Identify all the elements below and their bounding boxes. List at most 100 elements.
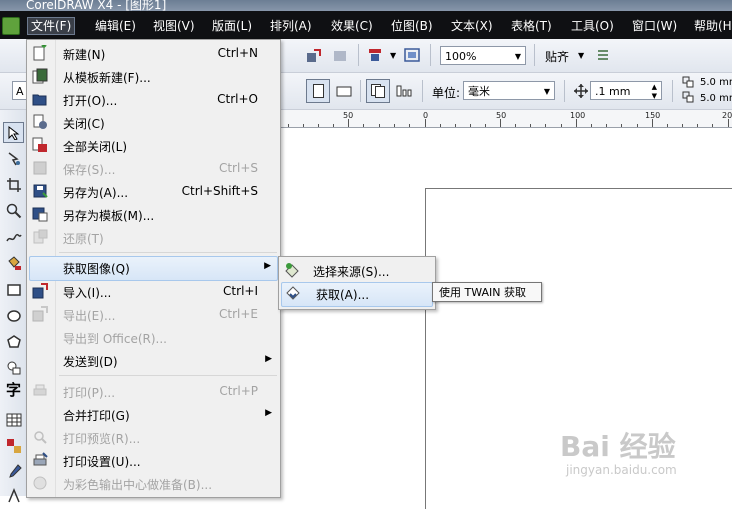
text-tool-icon[interactable]: 字 [6, 382, 22, 398]
crop-tool-icon[interactable] [6, 177, 22, 193]
all-pages-button[interactable] [366, 79, 390, 103]
menu-item-revert[interactable]: 还原(T) [27, 226, 280, 249]
shape-tool-icon[interactable] [6, 151, 22, 167]
menu-table[interactable]: 表格(T) [511, 18, 552, 34]
menu-item-print[interactable]: 打印(P)... Ctrl+P [27, 380, 280, 403]
duplicate-x-value[interactable]: 5.0 mm [700, 77, 732, 88]
portrait-button[interactable] [306, 79, 330, 103]
menu-item-send-to[interactable]: 发送到(D) ▶ [27, 349, 280, 372]
menu-item-shortcut: Ctrl+N [217, 46, 258, 60]
menu-item-label: 全部关闭(L) [63, 140, 128, 154]
eyedropper-icon[interactable] [6, 464, 22, 480]
tooltip: 使用 TWAIN 获取 [432, 282, 542, 302]
zoom-tool-icon[interactable] [6, 203, 22, 219]
menu-item-save-as[interactable]: 另存为(A)... Ctrl+Shift+S [27, 180, 280, 203]
menu-edit[interactable]: 编辑(E) [95, 18, 136, 34]
menu-effects[interactable]: 效果(C) [331, 18, 373, 34]
ruler-tick [697, 124, 698, 127]
menu-item-save[interactable]: 保存(S)... Ctrl+S [27, 157, 280, 180]
menu-item-export[interactable]: 导出(E)... Ctrl+E [27, 303, 280, 326]
toolbox: 字 [0, 110, 28, 503]
menu-item-print-preview[interactable]: 打印预览(R)... [27, 426, 280, 449]
duplicate-y-value[interactable]: 5.0 mm [700, 93, 732, 104]
menu-layout[interactable]: 版面(L) [212, 18, 252, 34]
outline-tool-icon[interactable] [6, 488, 22, 504]
ruler-label: 20 [722, 111, 732, 120]
menu-item-label: 打开(O)... [63, 94, 118, 108]
print-preview-icon [34, 431, 47, 444]
menu-item-shortcut: Ctrl+P [219, 384, 258, 398]
menu-file[interactable]: 文件(F) [27, 17, 76, 35]
basic-shapes-icon[interactable] [6, 360, 22, 376]
close-all-icon [32, 137, 47, 152]
units-value: 毫米 [468, 85, 490, 98]
menu-item-prepare-for-service-bureau[interactable]: 为彩色输出中心做准备(B)... [27, 472, 280, 495]
application-launcher-icon[interactable] [306, 48, 322, 64]
chevron-down-icon: ▼ [514, 52, 521, 61]
options-icon[interactable] [595, 47, 611, 63]
chevron-down-icon[interactable]: ▼ [390, 51, 396, 60]
horizontal-ruler[interactable]: 50 0 50 100 150 20 [280, 110, 732, 128]
import-icon [32, 283, 48, 299]
menu-item-select-source[interactable]: 选择来源(S)... [279, 259, 435, 282]
template-icon [32, 68, 48, 84]
menu-arrange[interactable]: 排列(A) [270, 18, 312, 34]
menu-item-import[interactable]: 导入(I)... Ctrl+I [27, 280, 280, 303]
landscape-page-icon[interactable] [336, 83, 352, 99]
ruler-tick [728, 119, 729, 127]
snap-to-label[interactable]: 贴齐 [545, 48, 569, 65]
current-page-icon[interactable] [396, 83, 412, 99]
menu-item-close-all[interactable]: 全部关闭(L) [27, 134, 280, 157]
menu-help[interactable]: 帮助(H [694, 18, 732, 34]
menu-view[interactable]: 视图(V) [153, 18, 195, 34]
ellipse-tool-icon[interactable] [6, 308, 22, 324]
export-icon [32, 306, 48, 322]
menu-bitmaps[interactable]: 位图(B) [391, 18, 433, 34]
chevron-down-icon[interactable]: ▼ [578, 51, 584, 60]
toolbar-separator [422, 80, 423, 102]
menu-item-acquire-image[interactable]: 获取图像(Q) ▶ [29, 256, 278, 281]
ruler-tick [455, 124, 456, 127]
zoom-level-select[interactable]: 100% ▼ [440, 46, 526, 65]
interactive-blend-icon[interactable] [6, 438, 22, 454]
smart-fill-icon[interactable] [6, 255, 22, 271]
toolbar-separator [430, 44, 431, 66]
corel-online-icon[interactable] [332, 48, 348, 64]
paper-type-value: A [16, 85, 24, 98]
ruler-tick [576, 119, 577, 127]
freehand-tool-icon[interactable] [6, 229, 22, 245]
full-screen-preview-icon[interactable] [404, 47, 420, 63]
units-select[interactable]: 毫米 ▼ [463, 81, 555, 100]
submenu-arrow-icon: ▶ [265, 408, 272, 418]
table-tool-icon[interactable] [6, 412, 22, 428]
menu-item-label: 发送到(D) [63, 355, 118, 369]
menu-item-label: 获取(A)... [316, 288, 370, 302]
menu-item-new[interactable]: 新建(N) Ctrl+N [27, 42, 280, 65]
rectangle-tool-icon[interactable] [6, 282, 22, 298]
menu-item-label: 导出(E)... [63, 309, 116, 323]
menu-window[interactable]: 窗口(W) [632, 18, 677, 34]
ruler-tick [409, 124, 410, 127]
welcome-screen-icon[interactable] [367, 47, 383, 63]
menu-item-shortcut: Ctrl+S [218, 161, 258, 175]
menu-item-shortcut: Ctrl+O [217, 92, 258, 106]
menu-item-acquire[interactable]: 获取(A)... [281, 282, 433, 307]
menu-text[interactable]: 文本(X) [451, 18, 493, 34]
menu-tools[interactable]: 工具(O) [571, 18, 614, 34]
menu-item-close[interactable]: 关闭(C) [27, 111, 280, 134]
menu-item-merge-print[interactable]: 合并打印(G) ▶ [27, 403, 280, 426]
menu-item-save-as-template[interactable]: 另存为模板(M)... [27, 203, 280, 226]
menu-item-export-to-office[interactable]: 导出到 Office(R)... [27, 326, 280, 349]
app-icon[interactable] [2, 17, 20, 35]
nudge-distance-input[interactable]: .1 mm ▲ ▼ [590, 81, 662, 100]
polygon-tool-icon[interactable] [6, 334, 22, 350]
toolbar-separator [358, 44, 359, 66]
pick-tool-button[interactable] [3, 122, 24, 143]
menu-item-open[interactable]: 打开(O)... Ctrl+O [27, 88, 280, 111]
chevron-down-icon: ▼ [543, 87, 550, 96]
menu-bar: 文件(F) 编辑(E) 视图(V) 版面(L) 排列(A) 效果(C) 位图(B… [0, 11, 732, 39]
menu-item-print-setup[interactable]: 打印设置(U)... [27, 449, 280, 472]
submenu-arrow-icon: ▶ [265, 354, 272, 364]
spinner-icon[interactable]: ▲ ▼ [652, 83, 657, 101]
menu-item-new-from-template[interactable]: 从模板新建(F)... [27, 65, 280, 88]
